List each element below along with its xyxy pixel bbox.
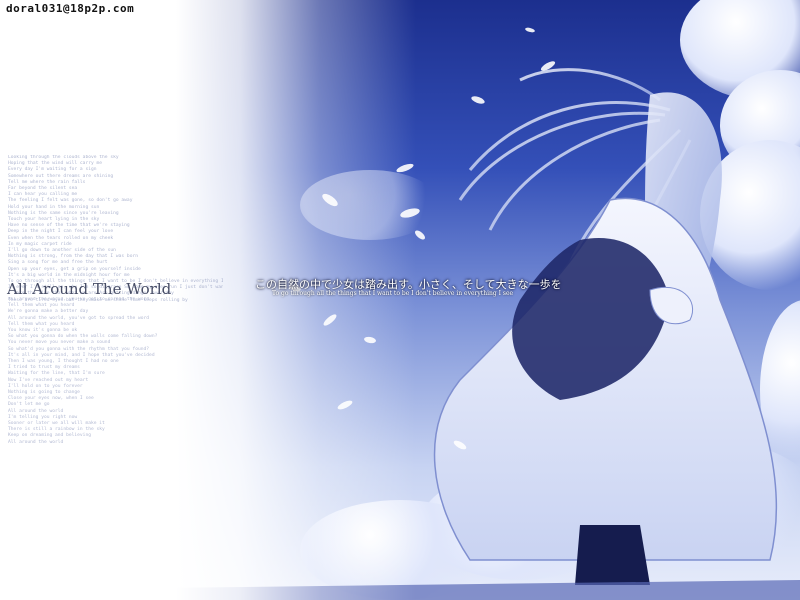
caption-english: To go through all the things that I want… — [272, 290, 514, 297]
song-title: All Around The World — [7, 280, 172, 298]
email-watermark: doral031@18p2p.com — [6, 2, 135, 15]
lyrics-block-bottom: All around the world, you've got to spre… — [8, 297, 223, 446]
lyric-line: All around the world — [8, 439, 64, 445]
wallpaper-artwork: doral031@18p2p.com Looking through the c… — [0, 0, 800, 600]
